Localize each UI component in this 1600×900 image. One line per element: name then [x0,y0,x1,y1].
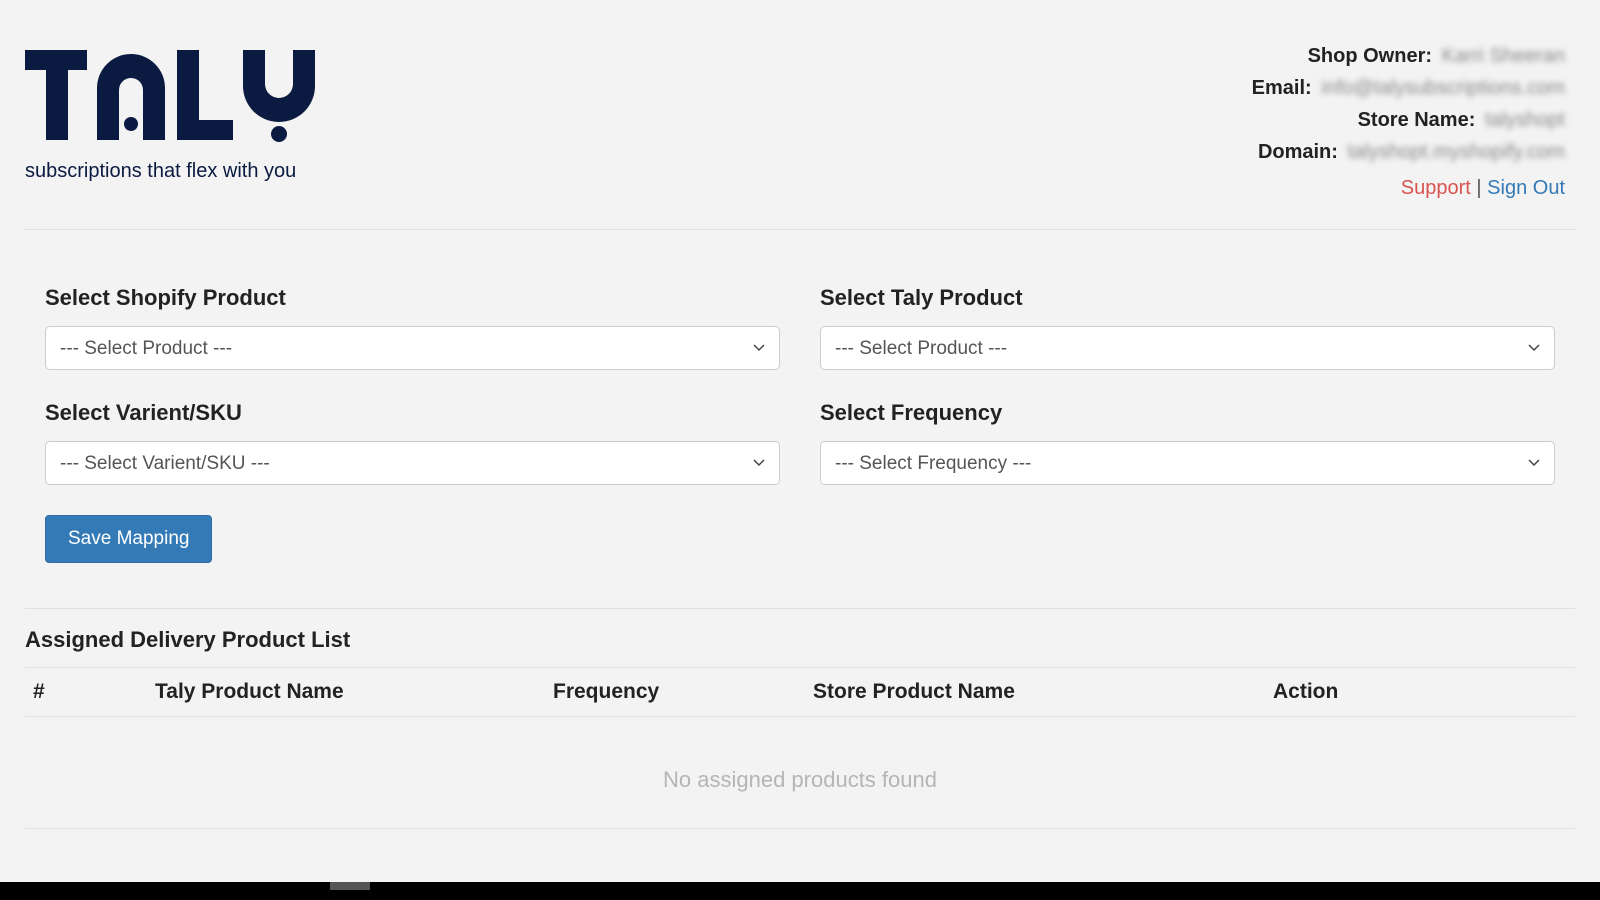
taly-product-group: Select Taly Product --- Select Product -… [820,285,1555,370]
domain-value: talyshopt.myshopify.com [1348,141,1566,163]
email-row: Email: info@talysubscriptions.com [1252,72,1565,104]
col-frequency-header: Frequency [545,668,805,717]
logo-block: subscriptions that flex with you [25,20,325,183]
support-link[interactable]: Support [1401,177,1471,199]
brand-logo [25,50,325,142]
shop-owner-value: Karri Sheeran [1442,45,1565,67]
email-label: Email: [1252,77,1312,99]
save-mapping-button[interactable]: Save Mapping [45,515,212,563]
col-taly-name-header: Taly Product Name [85,668,545,717]
assigned-list-section: Assigned Delivery Product List # Taly Pr… [25,609,1575,829]
shop-owner-label: Shop Owner: [1308,45,1432,67]
empty-message: No assigned products found [25,717,1575,829]
separator: | [1476,177,1487,199]
shopify-product-select[interactable]: --- Select Product --- [45,326,780,370]
shopify-product-label: Select Shopify Product [45,285,780,311]
col-action-header: Action [1265,668,1575,717]
frequency-label: Select Frequency [820,400,1555,426]
brand-tagline: subscriptions that flex with you [25,160,325,183]
col-num-header: # [25,668,85,717]
store-name-label: Store Name: [1358,109,1476,131]
button-row: Save Mapping [45,515,1555,563]
header: subscriptions that flex with you Shop Ow… [25,20,1575,230]
frequency-select[interactable]: --- Select Frequency --- [820,441,1555,485]
shop-owner-row: Shop Owner: Karri Sheeran [1252,40,1565,72]
store-name-value: talyshopt [1485,109,1565,131]
col-store-name-header: Store Product Name [805,668,1265,717]
table-header-row: # Taly Product Name Frequency Store Prod… [25,668,1575,717]
assigned-list-title: Assigned Delivery Product List [25,627,1575,667]
domain-row: Domain: talyshopt.myshopify.com [1252,136,1565,168]
mapping-form: Select Shopify Product --- Select Produc… [25,230,1575,609]
email-value: info@talysubscriptions.com [1321,77,1565,99]
domain-label: Domain: [1258,141,1338,163]
shop-info-panel: Shop Owner: Karri Sheeran Email: info@ta… [1252,20,1575,204]
taly-product-select[interactable]: --- Select Product --- [820,326,1555,370]
variant-select[interactable]: --- Select Varient/SKU --- [45,441,780,485]
signout-link[interactable]: Sign Out [1487,177,1565,199]
variant-label: Select Varient/SKU [45,400,780,426]
shopify-product-group: Select Shopify Product --- Select Produc… [45,285,780,370]
taly-product-label: Select Taly Product [820,285,1555,311]
footer-bar [0,882,1600,900]
table-empty-row: No assigned products found [25,717,1575,829]
header-links: Support | Sign Out [1252,172,1565,204]
frequency-group: Select Frequency --- Select Frequency --… [820,400,1555,485]
assigned-table: # Taly Product Name Frequency Store Prod… [25,667,1575,829]
variant-group: Select Varient/SKU --- Select Varient/SK… [45,400,780,485]
store-name-row: Store Name: talyshopt [1252,104,1565,136]
